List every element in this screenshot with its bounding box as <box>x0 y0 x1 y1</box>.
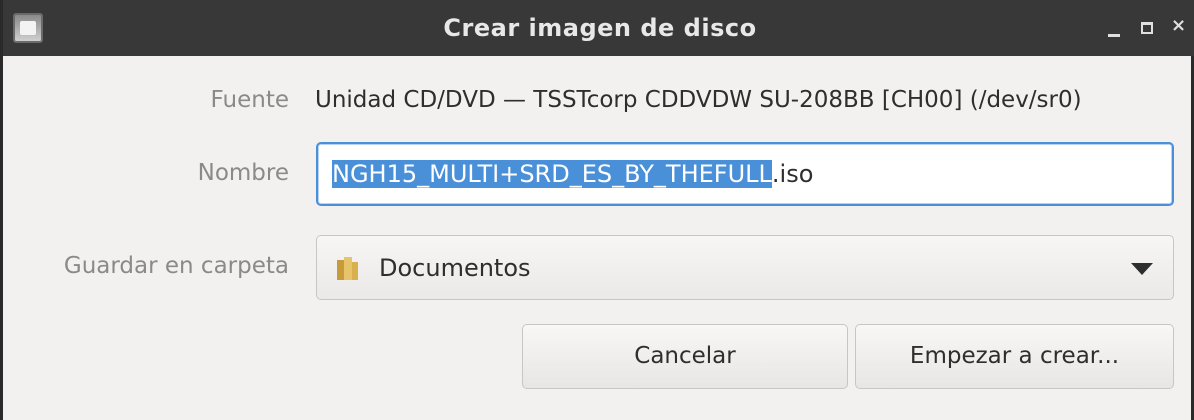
close-button[interactable]: × <box>1171 17 1186 35</box>
cancel-button[interactable]: Cancelar <box>522 324 848 389</box>
start-create-button[interactable]: Empezar a crear... <box>855 324 1174 389</box>
folder-label: Guardar en carpeta <box>63 253 289 279</box>
source-value: Unidad CD/DVD — TSSTcorp CDDVDW SU-208BB… <box>315 87 1082 113</box>
titlebar[interactable]: Crear imagen de disco × <box>3 0 1194 56</box>
folder-combobox[interactable]: Documentos <box>316 235 1174 300</box>
folder-icon <box>337 257 358 280</box>
source-label: Fuente <box>210 87 289 113</box>
name-input[interactable]: NGH15_MULTI+SRD_ES_BY_THEFULL.iso <box>316 142 1174 206</box>
window-title: Crear imagen de disco <box>443 14 757 42</box>
folder-value: Documentos <box>379 254 531 282</box>
selected-text: NGH15_MULTI+SRD_ES_BY_THEFULL <box>332 160 772 188</box>
create-disk-image-dialog: Crear imagen de disco × Fuente Unidad CD… <box>0 0 1194 420</box>
maximize-button[interactable] <box>1141 22 1153 34</box>
name-label: Nombre <box>197 160 289 186</box>
name-extension: .iso <box>771 160 814 188</box>
chevron-down-icon[interactable] <box>1131 263 1153 275</box>
name-input-text: NGH15_MULTI+SRD_ES_BY_THEFULL.iso <box>332 160 813 188</box>
